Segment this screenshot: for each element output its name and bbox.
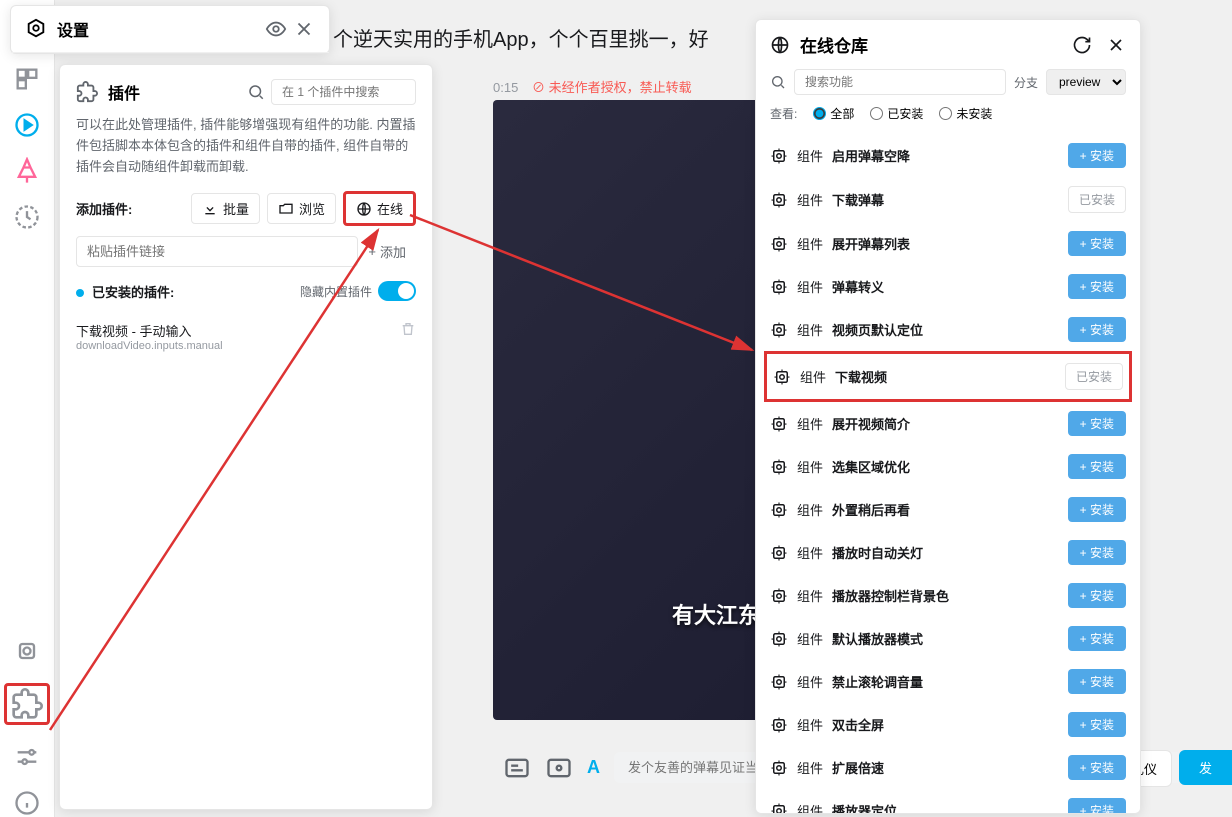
repo-item: 组件视频页默认定位+ 安装: [770, 308, 1126, 351]
sidebar-component-icon[interactable]: [13, 637, 41, 665]
filter-installed-radio[interactable]: 已安装: [870, 105, 923, 122]
refresh-icon[interactable]: [1072, 35, 1092, 55]
sidebar-play-icon[interactable]: [13, 111, 41, 139]
component-icon: [770, 458, 788, 476]
install-button[interactable]: + 安装: [1068, 755, 1126, 780]
installed-plugin-item[interactable]: 下载视频 - 手动输入downloadVideo.inputs.manual: [76, 313, 416, 360]
install-button[interactable]: + 安装: [1068, 583, 1126, 608]
hide-builtin-toggle[interactable]: [378, 281, 416, 301]
left-sidebar: [0, 0, 55, 817]
installed-badge: 已安装: [1065, 363, 1123, 390]
plugin-link-input[interactable]: [76, 236, 358, 267]
branch-select[interactable]: preview: [1046, 69, 1126, 95]
sidebar-history-icon[interactable]: [13, 203, 41, 231]
install-button[interactable]: + 安装: [1068, 231, 1126, 256]
search-icon: [770, 74, 786, 90]
repo-item: 组件播放时自动关灯+ 安装: [770, 531, 1126, 574]
repo-item: 组件展开弹幕列表+ 安装: [770, 222, 1126, 265]
repo-item: 组件播放器控制栏背景色+ 安装: [770, 574, 1126, 617]
component-icon: [770, 147, 788, 165]
repo-item: 组件展开视频简介+ 安装: [770, 402, 1126, 445]
install-button[interactable]: + 安装: [1068, 497, 1126, 522]
sidebar-rocket-icon[interactable]: [13, 157, 41, 185]
install-button[interactable]: + 安装: [1068, 669, 1126, 694]
filter-not-installed-radio[interactable]: 未安装: [939, 105, 992, 122]
install-button[interactable]: + 安装: [1068, 274, 1126, 299]
close-icon[interactable]: [293, 18, 315, 40]
settings-title: 设置: [57, 17, 259, 41]
component-icon: [770, 802, 788, 815]
component-icon: [770, 278, 788, 296]
plugin-panel: 插件 可以在此处管理插件, 插件能够增强现有组件的功能. 内置插件包括脚本本体包…: [59, 64, 433, 810]
component-icon: [770, 191, 788, 209]
install-button[interactable]: + 安装: [1068, 411, 1126, 436]
repo-item: 组件默认播放器模式+ 安装: [770, 617, 1126, 660]
settings-icon: [25, 18, 47, 40]
component-icon: [770, 235, 788, 253]
sidebar-home-icon[interactable]: [13, 65, 41, 93]
send-button[interactable]: 发: [1179, 750, 1232, 785]
repo-item: 组件启用弹幕空降+ 安装: [770, 134, 1126, 177]
repo-panel: 在线仓库 分支 preview 查看: 全部 已安装 未安装 组件启用弹幕空降+…: [755, 19, 1141, 814]
danmaku-icon[interactable]: [503, 754, 531, 782]
component-icon: [770, 501, 788, 519]
branch-label: 分支: [1014, 74, 1038, 91]
install-button[interactable]: + 安装: [1068, 626, 1126, 651]
component-icon: [770, 544, 788, 562]
puzzle-icon: [76, 81, 98, 103]
eye-icon[interactable]: [265, 18, 287, 40]
plugin-title: 插件: [108, 80, 247, 104]
component-icon: [773, 368, 791, 386]
repo-item: 组件下载弹幕已安装: [770, 177, 1126, 222]
component-icon: [770, 321, 788, 339]
repo-item: 组件选集区域优化+ 安装: [770, 445, 1126, 488]
globe-icon: [770, 35, 790, 55]
install-button[interactable]: + 安装: [1068, 143, 1126, 168]
trash-icon[interactable]: [400, 321, 416, 337]
repo-item: 组件双击全屏+ 安装: [770, 703, 1126, 746]
component-icon: [770, 587, 788, 605]
online-button[interactable]: 在线: [343, 191, 416, 226]
filter-label: 查看:: [770, 105, 797, 122]
repo-item: 组件下载视频已安装: [764, 351, 1132, 402]
plugin-description: 可以在此处管理插件, 插件能够增强现有组件的功能. 内置插件包括脚本本体包含的插…: [76, 115, 416, 177]
hide-builtin-label: 隐藏内置插件: [300, 283, 372, 300]
install-button[interactable]: + 安装: [1068, 798, 1126, 814]
font-icon[interactable]: A: [587, 757, 600, 778]
repo-item: 组件禁止滚轮调音量+ 安装: [770, 660, 1126, 703]
sidebar-info-icon[interactable]: [13, 789, 41, 817]
danmaku-settings-icon[interactable]: [545, 754, 573, 782]
install-button[interactable]: + 安装: [1068, 454, 1126, 479]
batch-button[interactable]: 批量: [191, 193, 260, 224]
close-icon[interactable]: [1106, 35, 1126, 55]
sidebar-plugin-icon[interactable]: [4, 683, 50, 725]
browse-button[interactable]: 浏览: [267, 193, 336, 224]
repo-title: 在线仓库: [800, 32, 1058, 57]
install-button[interactable]: + 安装: [1068, 317, 1126, 342]
component-icon: [770, 673, 788, 691]
component-icon: [770, 415, 788, 433]
repo-search-input[interactable]: [794, 69, 1006, 95]
settings-panel: 设置: [10, 5, 330, 54]
filter-all-radio[interactable]: 全部: [813, 105, 854, 122]
add-plugin-label: 添加插件:: [76, 199, 184, 218]
component-icon: [770, 630, 788, 648]
install-button[interactable]: + 安装: [1068, 712, 1126, 737]
repo-item: 组件弹幕转义+ 安装: [770, 265, 1126, 308]
video-title: 个逆天实用的手机App，个个百里挑一，好: [333, 23, 709, 52]
installed-label: 已安装的插件:: [76, 282, 300, 301]
search-icon[interactable]: [247, 83, 265, 101]
add-link-button[interactable]: + 添加: [358, 236, 416, 267]
repo-item: 组件扩展倍速+ 安装: [770, 746, 1126, 789]
install-button[interactable]: + 安装: [1068, 540, 1126, 565]
component-icon: [770, 759, 788, 777]
component-icon: [770, 716, 788, 734]
repo-item: 组件播放器定位+ 安装: [770, 789, 1126, 814]
sidebar-sliders-icon[interactable]: [13, 743, 41, 771]
plugin-search-input[interactable]: [271, 79, 416, 105]
video-meta: 0:15 ⊘ 未经作者授权，禁止转载: [493, 77, 692, 96]
repo-item: 组件外置稍后再看+ 安装: [770, 488, 1126, 531]
installed-badge: 已安装: [1068, 186, 1126, 213]
